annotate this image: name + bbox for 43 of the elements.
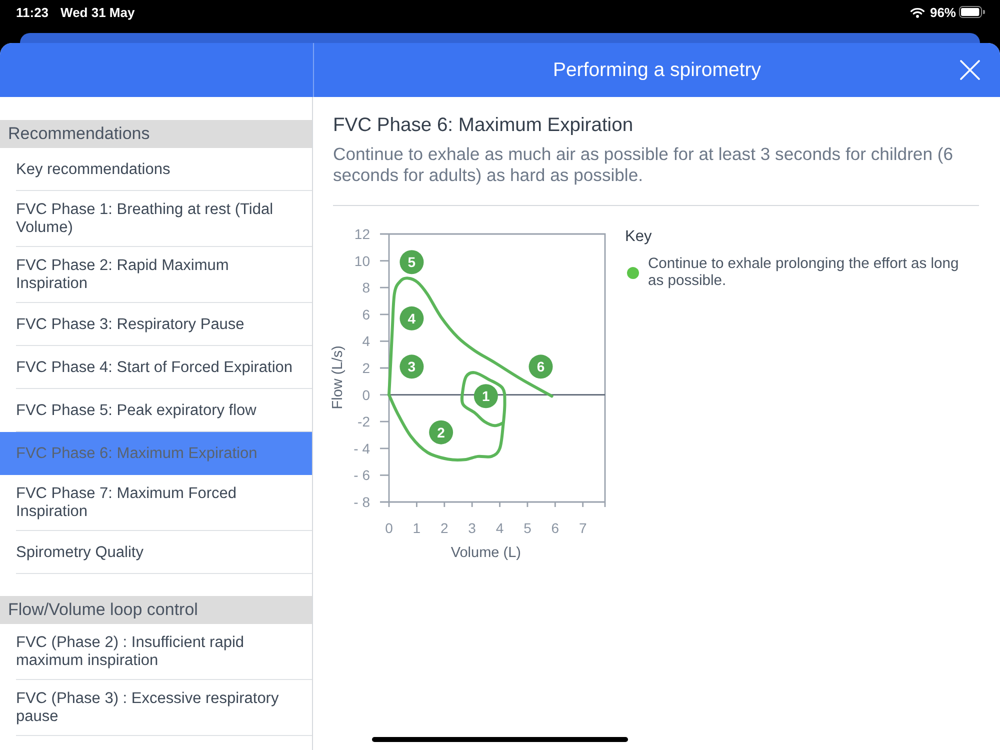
annotation: 5	[408, 254, 416, 270]
annotation: 6	[536, 358, 545, 375]
y-tick-label: - 6	[354, 467, 370, 484]
y-tick-label: 0	[362, 386, 370, 403]
status-date: Wed 31 May	[60, 4, 135, 20]
x-tick-label: 3	[468, 520, 476, 536]
section-header: Recommendations	[0, 120, 312, 148]
y-tick-label: - 8	[354, 494, 370, 510]
section-title: FVC Phase 6: Maximum Expiration	[333, 114, 634, 137]
x-tick-label: 5	[524, 520, 532, 536]
phase-marker: 2	[429, 420, 454, 444]
y-tick-label: 8	[362, 280, 370, 296]
y-tick-label: 12	[354, 226, 370, 242]
phase-marker: 5	[400, 250, 424, 274]
description: Continue to exhale as much air as possible for at least 3 seconds for children (6 seconds for adults) as hard as possible.	[333, 144, 954, 186]
y-tick-label: - 4	[354, 440, 370, 456]
x-axis-title: Volume (L)	[450, 545, 521, 561]
x-tick-label: 6	[551, 520, 560, 536]
annotation: 1	[482, 388, 490, 404]
y-axis-title: Flow (L/s)	[330, 346, 346, 410]
section-header: Flow/Volume loop control	[0, 596, 312, 624]
annotation: 3	[408, 358, 416, 375]
annotation: 4	[408, 310, 416, 326]
key-title: Key	[625, 228, 653, 246]
annotation: 2	[437, 424, 446, 440]
phase-marker: 4	[400, 306, 424, 330]
x-tick-label: 4	[496, 520, 504, 536]
phase-marker: 6	[528, 354, 553, 379]
y-tick-label: 10	[354, 252, 370, 269]
y-tick-label: 6	[362, 306, 370, 322]
sheet-title: Performing a spirometry	[552, 58, 762, 82]
status-time: 11:23	[16, 4, 49, 20]
y-tick-label: 2	[362, 360, 370, 376]
battery-percent: 96%	[930, 4, 956, 20]
x-tick-label: 2	[440, 520, 448, 536]
y-tick-label: 4	[362, 333, 370, 350]
y-tick-label: -2	[358, 414, 370, 430]
key-text: Continue to exhale prolonging the effort as long as possible.	[648, 256, 960, 290]
x-tick-label: 1	[412, 520, 421, 536]
x-tick-label: 7	[578, 520, 587, 536]
x-tick-label: 0	[385, 520, 393, 536]
phase-marker: 3	[400, 354, 424, 379]
phase-marker: 1	[474, 384, 498, 408]
